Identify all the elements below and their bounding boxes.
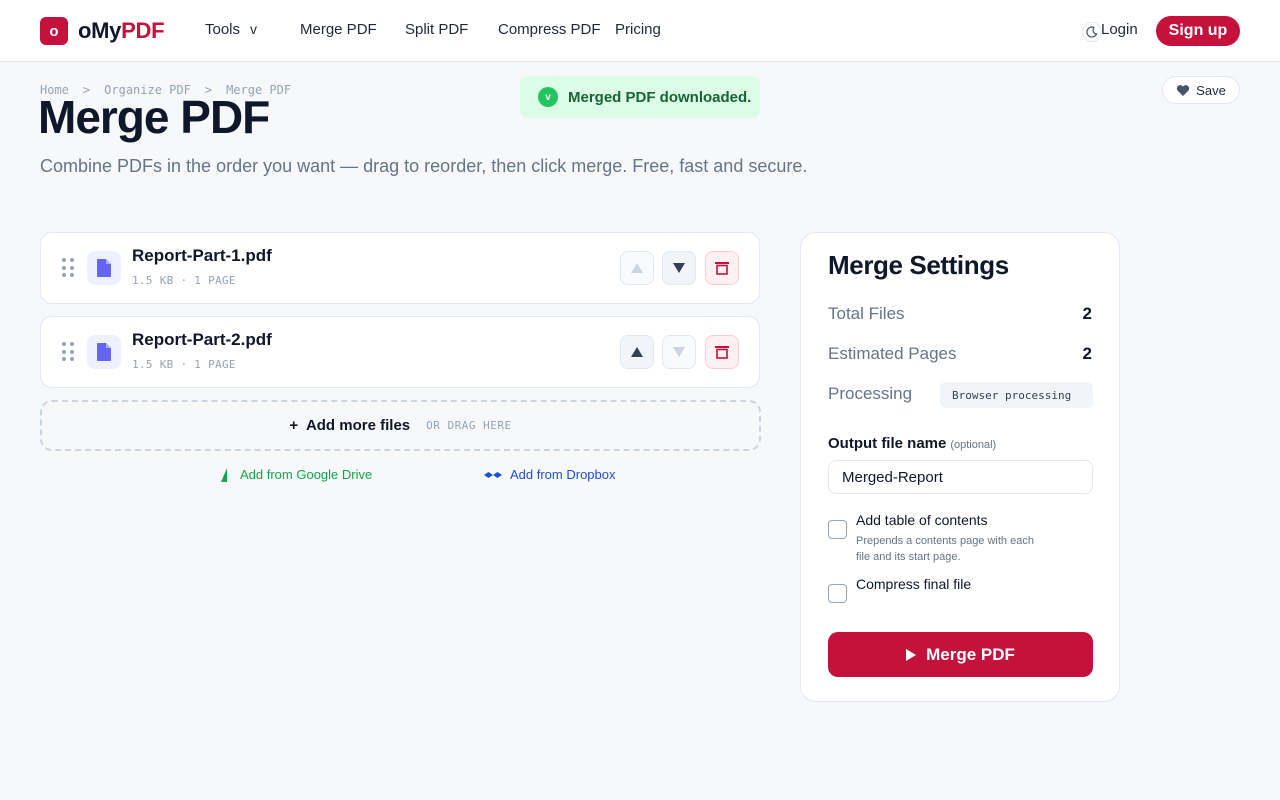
optional-hint: (optional) [950, 439, 997, 451]
move-down-button[interactable] [662, 251, 696, 285]
file-meta: 1.5 KB · 1 PAGE [132, 358, 236, 371]
delete-button[interactable] [705, 251, 739, 285]
login-link[interactable]: Login [1101, 21, 1138, 38]
nav-split-pdf[interactable]: Split PDF [405, 21, 468, 38]
drag-here-hint: OR DRAG HERE [426, 419, 512, 432]
estimated-pages-value: 2 [1082, 344, 1092, 363]
pdf-file-icon [87, 335, 121, 369]
drag-handle-icon[interactable] [62, 342, 74, 362]
move-up-button[interactable] [620, 251, 654, 285]
logo-text-part-1: oMy [78, 18, 122, 43]
arrow-up-icon [631, 263, 643, 273]
logo[interactable]: o oMyPDF [40, 17, 165, 45]
file-card[interactable]: Report-Part-1.pdf 1.5 KB · 1 PAGE [40, 232, 760, 304]
table-of-contents-label: Add table of contents [856, 512, 988, 528]
page-title: Merge PDF [38, 91, 270, 143]
estimated-pages-label: Estimated Pages [828, 344, 957, 363]
google-drive-icon [221, 467, 227, 482]
nav-compress-pdf[interactable]: Compress PDF [498, 21, 601, 38]
output-file-name-label: Output file name (optional) [828, 435, 996, 452]
processing-label: Processing [828, 384, 913, 403]
processing-badge: Browser processing [940, 382, 1093, 408]
success-toast: v Merged PDF downloaded. [520, 76, 760, 118]
nav-merge-pdf[interactable]: Merge PDF [300, 21, 377, 38]
google-drive-label: Add from Google Drive [240, 467, 373, 482]
file-name: Report-Part-2.pdf [132, 330, 272, 349]
add-more-files-dropzone[interactable]: + Add more files OR DRAG HERE [40, 400, 761, 451]
total-files-label: Total Files [828, 304, 905, 323]
add-from-google-drive-link[interactable]: Add from Google Drive [218, 467, 372, 482]
add-more-files-text: Add more files [305, 417, 411, 434]
merge-pdf-button-label: Merge PDF [926, 644, 1015, 664]
move-up-button[interactable] [620, 335, 654, 369]
nav-pricing[interactable]: Pricing [615, 21, 661, 38]
move-down-button[interactable] [662, 335, 696, 369]
logo-text: oMyPDF [78, 18, 165, 44]
table-of-contents-checkbox[interactable] [828, 520, 847, 539]
heart-icon [1177, 84, 1190, 96]
file-meta: 1.5 KB · 1 PAGE [132, 274, 236, 287]
compress-final-file-checkbox[interactable] [828, 584, 847, 603]
delete-button[interactable] [705, 335, 739, 369]
play-icon [906, 648, 917, 661]
merge-settings-panel: Merge Settings Total Files 2 Estimated P… [800, 232, 1120, 702]
trash-icon [715, 346, 729, 359]
add-more-files-label: + Add more files [289, 417, 410, 434]
arrow-down-icon [673, 347, 685, 357]
nav-tools-dropdown[interactable]: Tools v [205, 21, 257, 38]
merge-pdf-button[interactable]: Merge PDF [828, 632, 1093, 677]
chevron-down-icon: v [250, 21, 258, 37]
add-from-dropbox-link[interactable]: Add from Dropbox [484, 467, 616, 482]
table-of-contents-help: Prepends a contents page with each file … [856, 535, 1034, 563]
compress-final-file-label: Compress final file [856, 576, 972, 592]
toast-message: Merged PDF downloaded. [568, 88, 752, 106]
save-button[interactable]: Save [1162, 76, 1240, 104]
pdf-file-icon [87, 251, 121, 285]
save-label: Save [1196, 82, 1226, 98]
file-name: Report-Part-1.pdf [132, 246, 272, 265]
top-header: o oMyPDF Tools v Merge PDF Split PDF Comp… [0, 0, 1280, 62]
logo-text-part-2: PDF [121, 18, 165, 43]
dropbox-icon [484, 471, 502, 478]
file-card[interactable]: Report-Part-2.pdf 1.5 KB · 1 PAGE [40, 316, 760, 388]
drag-handle-icon[interactable] [62, 258, 74, 278]
check-icon: v [538, 87, 558, 107]
output-label-text: Output file name [828, 435, 947, 452]
page-subtitle: Combine PDFs in the order you want — dra… [40, 156, 808, 176]
output-file-name-input[interactable] [828, 460, 1093, 494]
trash-icon [715, 262, 729, 275]
signup-button[interactable]: Sign up [1156, 16, 1240, 46]
dropbox-label: Add from Dropbox [510, 467, 616, 482]
arrow-up-icon [631, 347, 643, 357]
settings-title: Merge Settings [828, 250, 1009, 280]
plus-icon: + [289, 417, 299, 434]
theme-toggle-moon-icon[interactable] [1082, 22, 1102, 42]
logo-mark: o [40, 17, 68, 45]
arrow-down-icon [673, 263, 685, 273]
total-files-value: 2 [1082, 304, 1092, 323]
nav-tools-label: Tools [205, 21, 241, 38]
